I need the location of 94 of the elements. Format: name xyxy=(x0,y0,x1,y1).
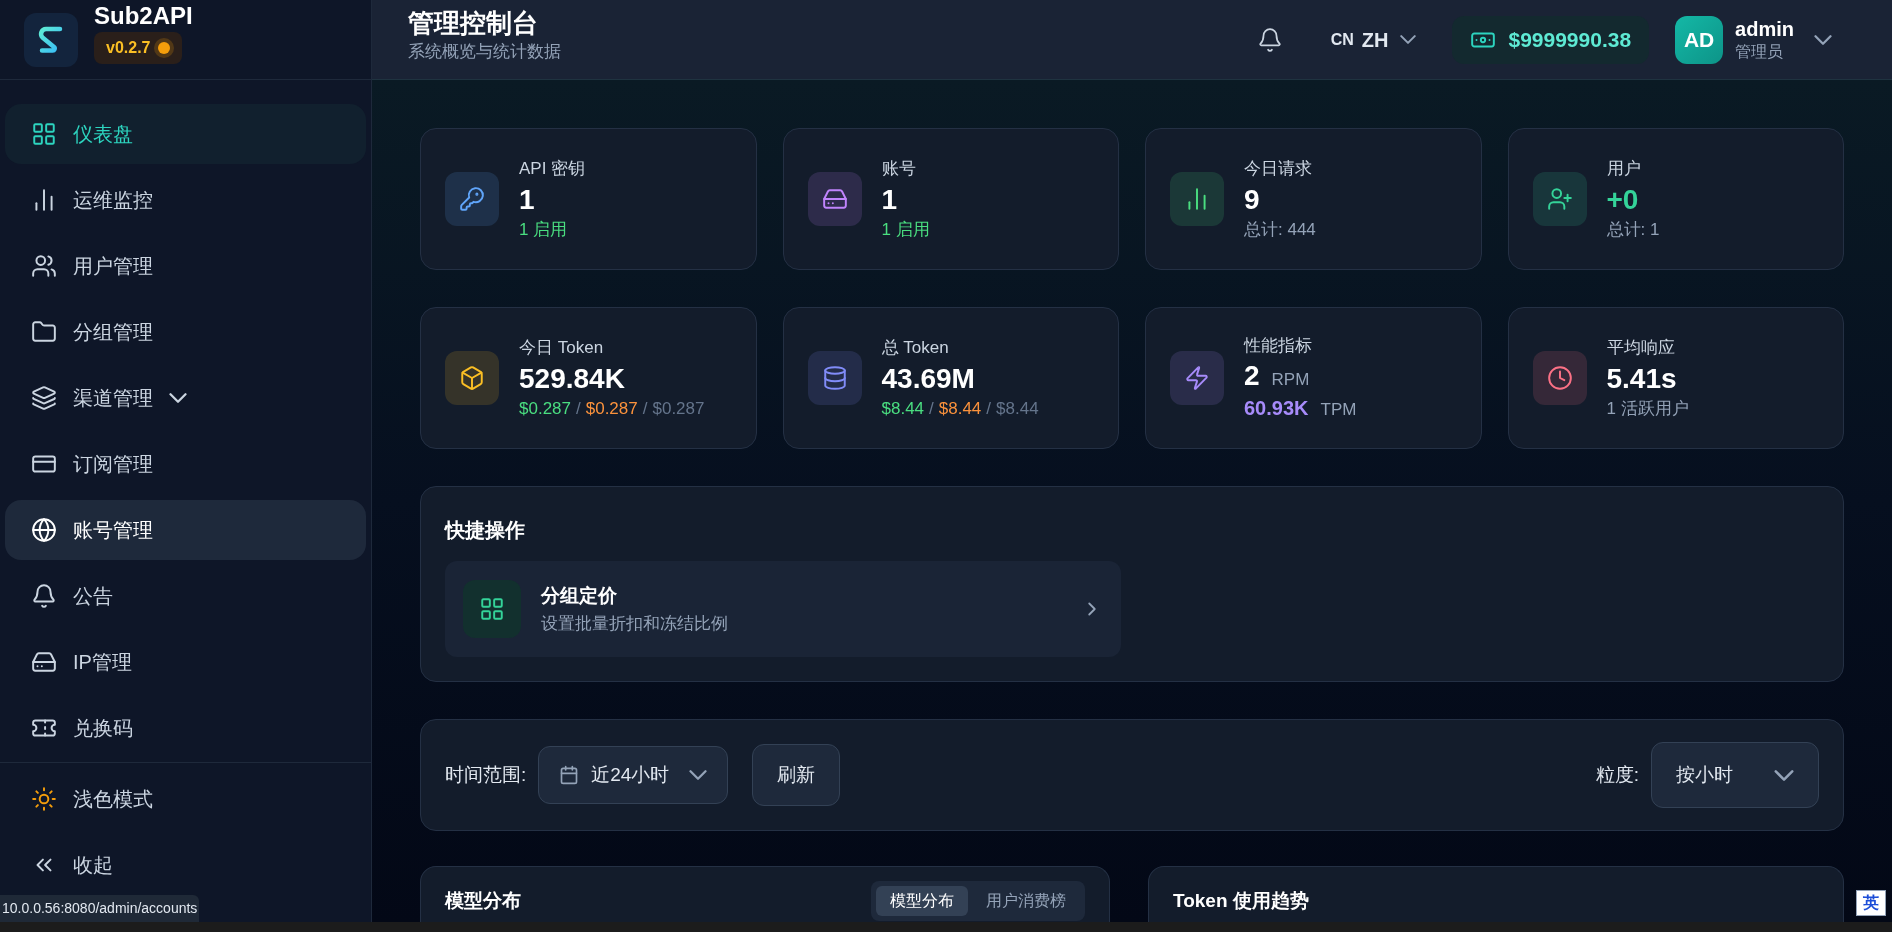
tab[interactable]: 模型分布 xyxy=(876,886,968,916)
stat-secondary-value: 60.93K xyxy=(1244,396,1309,422)
grid-icon xyxy=(479,596,505,622)
chevron-down-icon xyxy=(689,770,708,780)
filter-label: 粒度: xyxy=(1595,762,1639,787)
stat-label: 用户 xyxy=(1606,158,1642,180)
stat-value: 1 xyxy=(519,182,535,217)
chevron-down-icon xyxy=(1814,34,1832,45)
chevron-down-icon xyxy=(1774,769,1794,781)
avatar: AD xyxy=(1675,15,1724,64)
stat-note: 1 启用 xyxy=(519,218,569,241)
app-name: Sub2API xyxy=(94,3,193,28)
bell-icon xyxy=(1256,26,1283,53)
stat-value: 1 xyxy=(881,182,898,217)
calendar-icon xyxy=(559,765,580,785)
tab[interactable]: 用户消费榜 xyxy=(972,886,1080,916)
user-name: admin xyxy=(1735,17,1794,42)
action-description: 设置批量折扣和冻结比例 xyxy=(541,612,728,635)
stat-value: 2 xyxy=(1244,359,1260,394)
sidebar-item[interactable]: 公告 xyxy=(5,566,366,626)
grid-icon xyxy=(31,121,57,147)
separator: / xyxy=(986,397,992,420)
users-icon xyxy=(31,253,57,279)
stat-note: 总计: 1 xyxy=(1606,218,1660,241)
sidebar-item[interactable]: 渠道管理 xyxy=(5,368,366,428)
stat-label: 平均响应 xyxy=(1606,337,1676,359)
sidebar-item[interactable]: 兑换码 xyxy=(5,698,366,758)
stat-value: 529.84K xyxy=(519,361,625,396)
stat-value: 9 xyxy=(1244,182,1260,217)
globe-icon xyxy=(31,517,57,543)
sidebar-item[interactable]: IP管理 xyxy=(5,632,366,692)
server-icon xyxy=(31,649,57,675)
version-text: v0.2.7 xyxy=(106,37,151,58)
separator: / xyxy=(929,397,934,420)
granularity-select[interactable]: 按小时 xyxy=(1651,742,1819,808)
sidebar-item[interactable]: 订阅管理 xyxy=(5,434,366,494)
language-selector[interactable]: CN ZH xyxy=(1330,24,1417,55)
key-icon xyxy=(459,186,485,212)
user-plus-icon xyxy=(1546,186,1573,212)
input-method-indicator: 英 xyxy=(1856,890,1886,916)
stat-unit: TPM xyxy=(1320,399,1357,422)
sidebar-item[interactable]: 用户管理 xyxy=(5,236,366,296)
balance-text: $9999990.38 xyxy=(1508,26,1632,53)
cost-value: $8.44 xyxy=(938,397,982,420)
stat-label: 性能指标 xyxy=(1244,334,1313,357)
card-title: 模型分布 xyxy=(445,889,521,913)
stat-note: 1 活跃用户 xyxy=(1606,397,1689,420)
stat-note: 总计: 444 xyxy=(1244,218,1316,241)
chevron-down-icon xyxy=(1400,35,1417,44)
card-title: Token 使用趋势 xyxy=(1173,890,1309,911)
stat-label: 账号 xyxy=(881,158,917,180)
cost-value: $0.287 xyxy=(519,397,571,420)
action-title: 分组定价 xyxy=(541,584,618,608)
page-subtitle: 系统概览与统计数据 xyxy=(408,41,561,63)
bell-icon xyxy=(31,583,57,609)
page-title: 管理控制台 xyxy=(408,6,539,39)
chevron-down-icon xyxy=(169,393,187,403)
status-url: 10.0.0.56:8080/admin/accounts xyxy=(0,895,200,922)
sidebar-item[interactable]: 分组管理 xyxy=(5,302,366,362)
stat-value: 43.69M xyxy=(881,361,975,396)
stat-label: 总 Token xyxy=(881,337,950,359)
separator: / xyxy=(576,397,581,420)
stat-label: 今日 Token xyxy=(519,337,605,359)
lightning-icon xyxy=(1184,365,1210,391)
sidebar-item[interactable]: 账号管理 xyxy=(5,500,366,560)
refresh-button[interactable]: 刷新 xyxy=(752,744,841,806)
stat-note: 1 启用 xyxy=(881,218,930,241)
cube-icon xyxy=(459,365,485,391)
cost-value: $0.287 xyxy=(585,397,638,420)
sidebar-item[interactable]: 仪表盘 xyxy=(5,104,366,164)
section-title: 快捷操作 xyxy=(445,518,526,543)
sidebar-item[interactable]: 收起 xyxy=(5,835,366,895)
logo-icon xyxy=(24,12,78,67)
layers-icon xyxy=(31,385,57,411)
stat-value: 5.41s xyxy=(1606,361,1677,396)
stat-label: API 密钥 xyxy=(519,158,586,180)
user-role: 管理员 xyxy=(1735,42,1785,62)
filter-label: 时间范围: xyxy=(445,762,527,787)
cost-value: $8.44 xyxy=(881,397,925,420)
separator: / xyxy=(642,397,648,420)
cost-value: $0.287 xyxy=(652,397,705,420)
database-icon xyxy=(821,365,848,391)
quick-action-item[interactable]: 分组定价 设置批量折扣和冻结比例 xyxy=(445,561,1121,657)
sidebar-item[interactable]: 浅色模式 xyxy=(5,769,366,829)
server-icon xyxy=(821,186,848,212)
clock-icon xyxy=(1546,365,1573,391)
stat-unit: RPM xyxy=(1271,369,1310,392)
stat-label: 今日请求 xyxy=(1244,158,1313,180)
stat-value: +0 xyxy=(1606,182,1639,217)
sun-icon xyxy=(31,786,57,812)
folder-icon xyxy=(31,319,57,345)
time-range-select[interactable]: 近24小时 xyxy=(538,746,729,804)
cost-value: $8.44 xyxy=(996,397,1039,420)
sidebar-item[interactable]: 运维监控 xyxy=(5,170,366,230)
